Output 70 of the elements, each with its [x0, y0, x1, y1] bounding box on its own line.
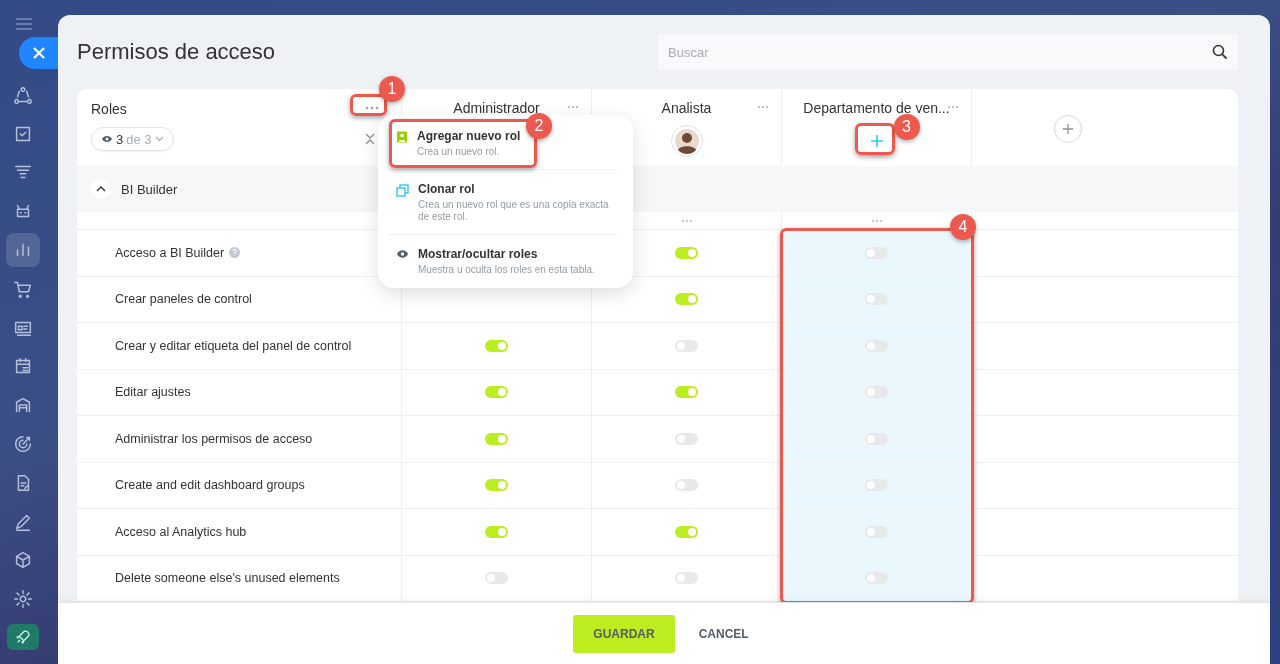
permission-label: Acceso a BI Builder [115, 245, 225, 260]
caret-icon [154, 136, 164, 142]
roles-label: Roles [91, 100, 127, 117]
more-icon[interactable] [870, 218, 883, 223]
permission-label: Crear paneles de control [115, 292, 252, 307]
permission-toggle[interactable] [675, 479, 698, 492]
permission-label: Delete someone else's unused elements [115, 571, 340, 586]
permission-toggle[interactable] [485, 386, 508, 399]
permission-toggle[interactable] [485, 432, 508, 445]
permission-label: Acceso al Analytics hub [115, 524, 247, 539]
permission-toggle[interactable] [675, 525, 698, 538]
cancel-button[interactable]: CANCEL [692, 625, 755, 642]
role-name: Administrador [453, 99, 540, 116]
annotation-badge: 3 [893, 114, 920, 140]
plus-icon [869, 134, 884, 148]
menu-icon[interactable] [15, 17, 33, 31]
add-role-button[interactable] [1054, 115, 1082, 143]
permission-label: Editar ajustes [115, 385, 191, 400]
permission-toggle[interactable] [675, 293, 698, 306]
close-icon [32, 46, 46, 60]
more-icon[interactable] [567, 105, 579, 109]
annotation-badge: 1 [379, 76, 405, 102]
permission-toggle[interactable] [485, 339, 508, 352]
more-icon[interactable] [365, 106, 379, 110]
contact-card-icon [396, 131, 408, 143]
eye-icon [101, 134, 113, 144]
permission-toggle[interactable] [675, 572, 698, 585]
permission-toggle[interactable] [485, 525, 508, 538]
permission-toggle[interactable] [485, 572, 508, 585]
user-avatar [670, 125, 703, 157]
more-icon[interactable] [947, 105, 959, 109]
menu-item[interactable]: Clonar rol Crea un nuevo rol que es una copia exacta de este rol. [378, 181, 633, 224]
section-title: BI Builder [121, 181, 178, 197]
menu-item-description: Muestra u oculta los roles en esta tabla. [418, 263, 595, 276]
menu-item-title: Clonar rol [418, 181, 476, 196]
eye-icon [396, 248, 409, 259]
permission-toggle[interactable] [675, 339, 698, 352]
page-title: Permisos de acceso [77, 39, 276, 65]
menu-item-description: Crea un nuevo rol. [417, 146, 501, 159]
annotation-badge: 2 [526, 113, 552, 139]
permission-label: Crear y editar etiqueta del panel de control [115, 338, 352, 353]
help-icon[interactable] [229, 247, 241, 259]
chart-icon[interactable] [6, 233, 40, 267]
permission-toggle[interactable] [675, 432, 698, 445]
permission-toggle[interactable] [485, 479, 508, 492]
menu-item-description: Crea un nuevo rol que es una copia exacta de este rol. [418, 198, 610, 224]
permission-label: Create and edit dashboard groups [115, 478, 305, 493]
permission-toggle[interactable] [675, 386, 698, 399]
collapse-toggle[interactable] [91, 179, 111, 199]
search-icon[interactable] [1212, 44, 1228, 60]
menu-item[interactable]: Mostrar/ocultar roles Muestra u oculta los roles en esta tabla. [378, 246, 633, 276]
annotation-badge: 4 [950, 214, 976, 240]
close-button[interactable] [19, 37, 59, 69]
permission-label: Administrar los permisos de acceso [115, 431, 313, 446]
copy-icon [396, 183, 409, 197]
permission-toggle[interactable] [675, 246, 698, 259]
role-filter-chip[interactable]: 3 de 3 [91, 127, 174, 151]
plus-icon [1062, 123, 1074, 135]
role-name: Analista [661, 99, 712, 116]
annotation-frame [854, 123, 895, 155]
more-icon[interactable] [680, 218, 693, 223]
menu-item-title: Mostrar/ocultar roles [418, 246, 539, 261]
chevron-icon [96, 186, 106, 192]
more-icon[interactable] [757, 105, 769, 109]
rocket-icon[interactable] [7, 624, 39, 651]
role-name: Departamento de ven... [803, 99, 950, 116]
save-button[interactable]: GUARDAR [573, 614, 675, 653]
collapse-icon[interactable] [365, 133, 375, 145]
menu-item-title: Agregar nuevo rol [417, 129, 521, 143]
search-field[interactable]: Buscar [658, 34, 1238, 70]
